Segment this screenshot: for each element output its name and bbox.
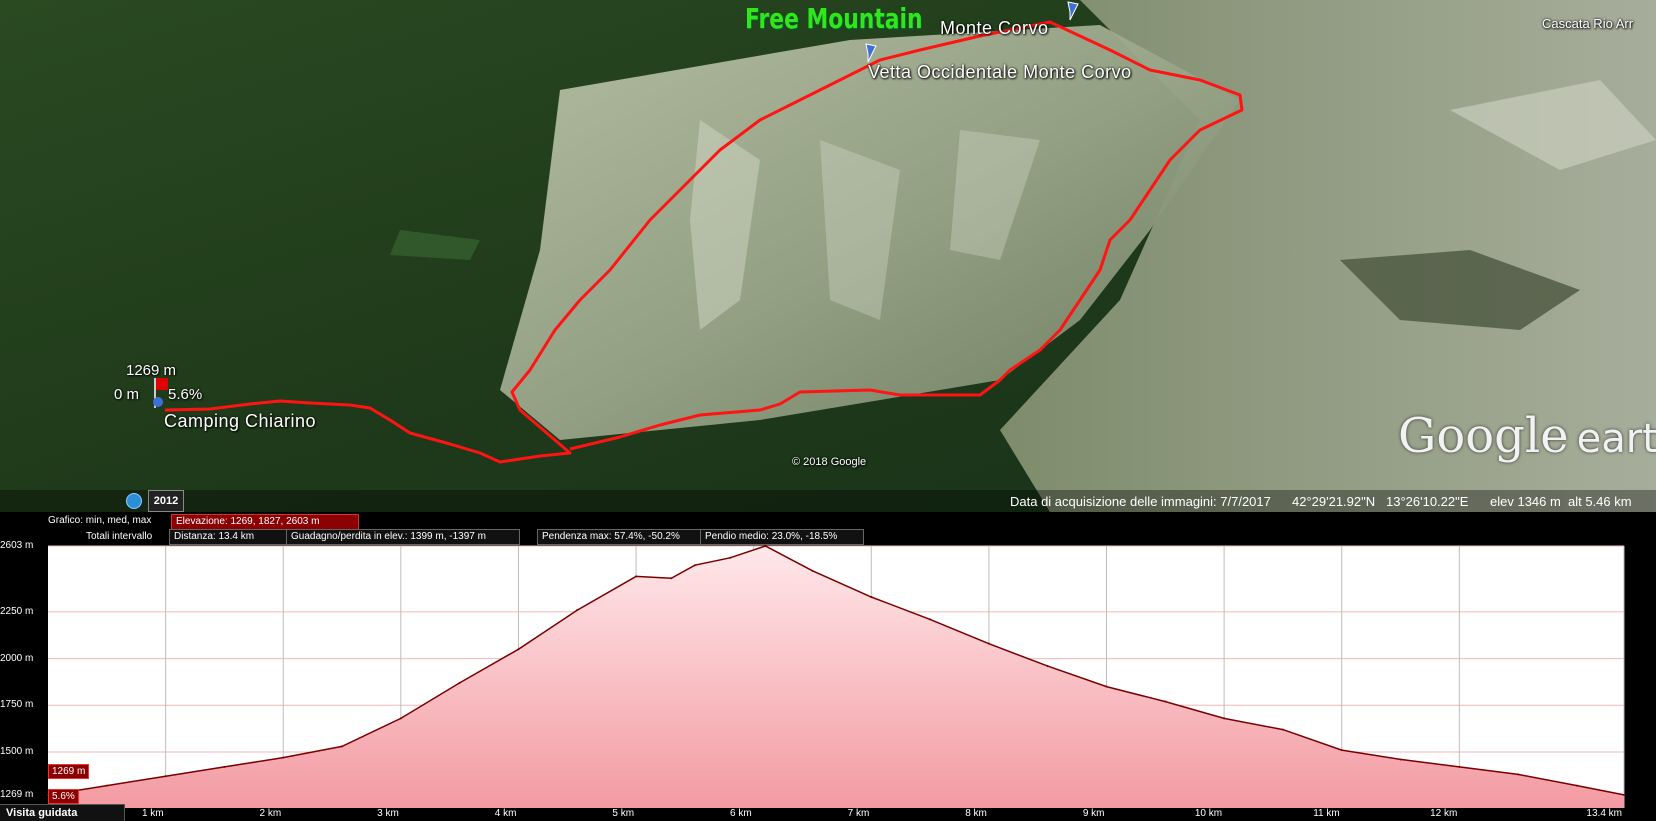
elevation-point (1223, 717, 1226, 720)
elevation-point (764, 545, 767, 547)
elevation-point (729, 556, 732, 559)
historical-imagery-year[interactable]: 2012 (148, 490, 184, 512)
elevation-point (811, 569, 814, 572)
elevation-readout: elev 1346 m (1490, 494, 1561, 509)
y-tick-label: 1500 m (0, 745, 34, 757)
x-tick-label: 6 km (729, 808, 752, 819)
pin-distance-label: 0 m (114, 386, 140, 403)
y-tick-label: 1269 m (0, 789, 34, 801)
elevation-point (1340, 749, 1343, 752)
clock-icon[interactable] (126, 493, 142, 509)
elevation-point (458, 681, 461, 684)
x-tick-label: 4 km (494, 808, 517, 819)
elevation-point (1399, 758, 1402, 761)
flag-icon[interactable] (150, 376, 172, 410)
x-tick-label: 11 km (1313, 808, 1340, 819)
label-camping-chiarino[interactable]: Camping Chiarino (164, 411, 316, 432)
elevation-point (517, 648, 520, 651)
elevation-point (670, 577, 673, 580)
elevation-point (1046, 665, 1049, 668)
elevation-point (1517, 773, 1520, 776)
elevation-point (929, 618, 932, 621)
elevation-point (1164, 700, 1167, 703)
x-tick-label: 12 km (1430, 808, 1458, 819)
x-tick-label: 10 km (1194, 808, 1223, 819)
elevation-point (1458, 765, 1461, 768)
acquisition-date: Data di acquisizione delle immagini: 7/7… (1010, 494, 1271, 509)
longitude-readout: 13°26'10.22"E (1386, 494, 1469, 509)
altitude-readout: alt 5.46 km (1568, 494, 1632, 509)
label-vetta-occidentale[interactable]: Vetta Occidentale Monte Corvo (868, 62, 1132, 83)
marker-slope: 5.6% (48, 789, 79, 804)
x-tick-label: 1 km (141, 808, 164, 819)
elevation-profile-panel: Grafico: min, med, max Elevazione: 1269,… (0, 512, 1656, 820)
marker-elevation: 1269 m (48, 764, 90, 779)
label-cascata[interactable]: Cascata Rio Arr (1542, 16, 1633, 31)
y-tick-label: 2603 m (0, 540, 34, 551)
elevation-point (399, 717, 402, 720)
y-tick-label: 2250 m (0, 605, 34, 617)
label-monte-corvo[interactable]: Monte Corvo (940, 18, 1049, 39)
y-tick-label: 2000 m (0, 652, 34, 664)
copyright-text: © 2018 Google (792, 456, 867, 468)
x-tick-label: 2 km (259, 808, 282, 819)
brand-watermark: Free Mountain (745, 2, 923, 35)
logo-google: Google (1398, 408, 1569, 464)
earth-map-view[interactable]: Free Mountain Monte Corvo Vetta Occident… (0, 0, 1656, 512)
x-tick-label: 7 km (847, 808, 870, 819)
google-earth-logo: Googleearth (1398, 408, 1656, 464)
elevation-point (1281, 728, 1284, 731)
guided-tour-button[interactable]: Visita guidata (0, 804, 125, 821)
elevation-point (105, 784, 108, 787)
elevation-point (282, 756, 285, 759)
x-tick-label: 9 km (1082, 808, 1105, 819)
elevation-point (341, 745, 344, 748)
x-tick-label: 13.4 km (1586, 808, 1622, 819)
elevation-point (987, 642, 990, 645)
elevation-point (1105, 685, 1108, 688)
elevation-point (635, 575, 638, 578)
elevation-point (1623, 793, 1625, 796)
elevation-point (870, 595, 873, 598)
logo-earth: earth (1576, 416, 1656, 462)
pushpin-icon[interactable] (1064, 0, 1082, 22)
pushpin-icon[interactable] (862, 42, 880, 64)
elevation-point (223, 765, 226, 768)
x-tick-label: 8 km (965, 808, 987, 819)
elevation-chart[interactable] (0, 512, 1656, 820)
pin-slope-label: 5.6% (168, 386, 203, 403)
x-tick-label: 5 km (612, 808, 635, 819)
elevation-point (693, 564, 696, 567)
x-tick-label: 3 km (377, 808, 399, 819)
elevation-point (164, 775, 167, 778)
elevation-point (1575, 784, 1578, 787)
status-bar: Data di acquisizione delle immagini: 7/7… (0, 490, 1656, 512)
y-tick-label: 1750 m (0, 699, 34, 711)
latitude-readout: 42°29'21.92"N (1292, 494, 1376, 509)
elevation-point (576, 609, 579, 612)
